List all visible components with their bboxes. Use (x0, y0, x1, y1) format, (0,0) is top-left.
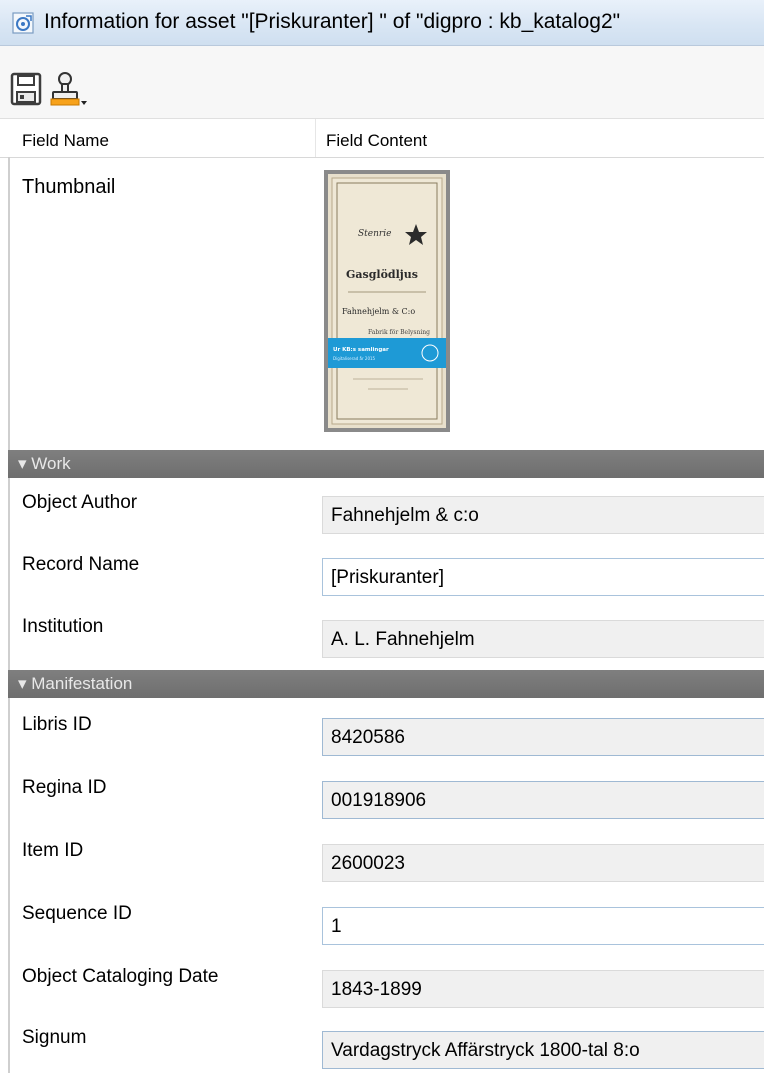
section-work[interactable]: ▾ Work (8, 450, 764, 478)
sequence-id-field[interactable]: 1 (322, 907, 764, 945)
field-label: Signum (22, 1027, 87, 1048)
field-name-header[interactable]: Field Name (22, 131, 109, 151)
field-label: Item ID (22, 840, 84, 861)
thumbnail-label: Thumbnail (22, 176, 116, 198)
thumbnail-banner: Ur KB:s samlingar (333, 347, 389, 353)
record-name-field[interactable]: [Priskuranter] (322, 558, 764, 596)
column-divider[interactable] (315, 119, 316, 157)
field-label: Institution (22, 616, 104, 637)
institution-field[interactable]: A. L. Fahnehjelm (322, 620, 764, 658)
thumbnail-heading: Gasglödljus (346, 268, 418, 281)
field-content-header[interactable]: Field Content (326, 131, 427, 151)
field-row-record-name: Record Name [Priskuranter] (0, 540, 764, 600)
libris-id-field[interactable]: 8420586 (322, 718, 764, 756)
object-cataloging-date-field[interactable]: 1843-1899 (322, 970, 764, 1008)
asset-info-window: Information for asset "[Priskuranter] " … (0, 0, 764, 1073)
field-label: Sequence ID (22, 903, 132, 924)
field-label: Record Name (22, 554, 140, 575)
field-row-libris-id: Libris ID 8420586 (0, 700, 764, 760)
field-label: Object Author (22, 492, 138, 513)
save-disk-icon[interactable] (10, 72, 42, 106)
section-manifestation[interactable]: ▾ Manifestation (8, 670, 764, 698)
object-author-field[interactable]: Fahnehjelm & c:o (322, 496, 764, 534)
signum-field[interactable]: Vardagstryck Affärstryck 1800-tal 8:o (322, 1031, 764, 1069)
section-manifestation-label: ▾ Manifestation (18, 674, 133, 693)
item-id-field[interactable]: 2600023 (322, 844, 764, 882)
window-title: Information for asset "[Priskuranter] " … (44, 10, 621, 33)
svg-text:Fabrik för Belysning: Fabrik för Belysning (368, 329, 430, 336)
regina-id-field[interactable]: 001918906 (322, 781, 764, 819)
field-row-institution: Institution A. L. Fahnehjelm (0, 602, 764, 662)
field-label: Regina ID (22, 777, 107, 798)
column-header: Field Name Field Content (0, 119, 764, 158)
section-work-label: ▾ Work (18, 454, 71, 473)
field-row-regina-id: Regina ID 001918906 (0, 763, 764, 823)
thumbnail-banner-sub: Digitaliserad år 2015 (333, 356, 376, 361)
title-bar: Information for asset "[Priskuranter] " … (0, 0, 764, 46)
field-label: Libris ID (22, 714, 92, 735)
thumbnail-image[interactable]: Stenrie Gasglödljus Fahnehjelm & C:o Fab… (324, 170, 450, 432)
field-row-item-id: Item ID 2600023 (0, 826, 764, 886)
stamp-dropdown-icon[interactable] (50, 72, 90, 108)
field-label: Object Cataloging Date (22, 966, 219, 987)
asset-info-icon (12, 12, 34, 34)
thumbnail-document-image: Stenrie Gasglödljus Fahnehjelm & C:o Fab… (328, 174, 446, 428)
thumbnail-subheading: Fahnehjelm & C:o (342, 307, 415, 316)
field-row-signum: Signum Vardagstryck Affärstryck 1800-tal… (0, 1013, 764, 1073)
field-row-object-author: Object Author Fahnehjelm & c:o (0, 478, 764, 538)
thumbnail-row: Thumbnail Stenrie Gasglödljus Fahnehjelm… (0, 158, 764, 450)
field-row-object-cataloging-date: Object Cataloging Date 1843-1899 (0, 952, 764, 1012)
toolbar (0, 46, 764, 119)
field-row-sequence-id: Sequence ID 1 (0, 889, 764, 949)
svg-text:Stenrie: Stenrie (358, 229, 391, 239)
